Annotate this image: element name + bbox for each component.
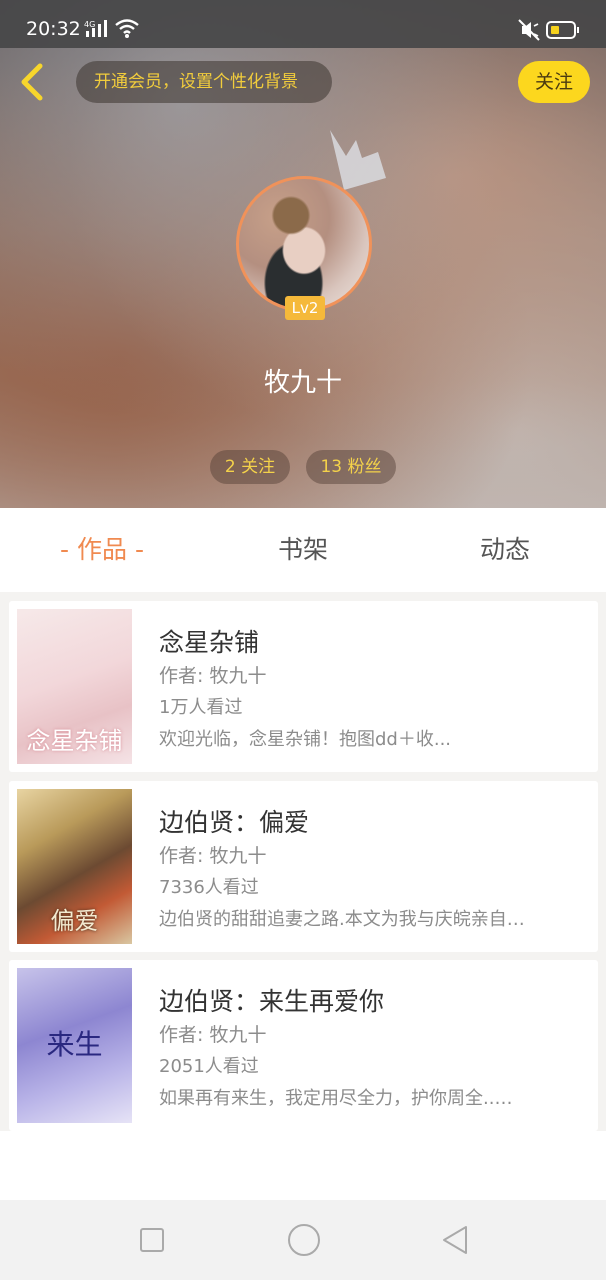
tab-activity[interactable]: 动态 [445,508,565,592]
book-card[interactable]: 来生 边伯贤：来生再爱你 作者: 牧九十 2051人看过 如果再有来生，我定用尽… [9,960,598,1131]
cover-title: 来生 [46,1028,103,1061]
svg-text:4G: 4G [84,20,95,29]
book-description: 边伯贤的甜甜追妻之路.本文为我与庆皖亲自… [159,909,525,930]
signal-icon: 4G [84,20,107,37]
tab-bookshelf[interactable]: 书架 [243,508,363,592]
status-time: 20:32 [26,18,81,40]
book-views: 7336人看过 [159,877,259,898]
book-description: 欢迎光临，念星杂铺！抱图dd＋收... [159,729,452,750]
book-cover: 念星杂铺 [17,609,132,764]
home-button[interactable] [288,1224,320,1256]
system-nav-bar [0,1200,606,1280]
tab-works[interactable]: - 作品 - [40,508,164,592]
level-badge: Lv2 [285,296,325,320]
avatar[interactable] [236,176,372,312]
book-card[interactable]: 念星杂铺 念星杂铺 作者: 牧九十 1万人看过 欢迎光临，念星杂铺！抱图dd＋收… [9,601,598,772]
wifi-icon [115,19,139,38]
follow-button[interactable]: 关注 [518,61,590,103]
battery-icon [546,21,579,39]
profile-header: 20:32 4G 开通会员，设置个性化背景 关注 Lv2 牧九十 2 关注 13… [0,0,606,508]
cover-title: 偏爱 [50,907,99,935]
book-card[interactable]: 偏爱 边伯贤：偏爱 作者: 牧九十 7336人看过 边伯贤的甜甜追妻之路.本文为… [9,781,598,952]
fans-count[interactable]: 13 粉丝 [306,450,396,484]
profile-tabs: - 作品 - 书架 动态 [0,508,606,592]
list-footer-space [0,1131,606,1200]
cover-title: 念星杂铺 [26,727,123,755]
book-cover: 偏爱 [17,789,132,944]
book-description: 如果再有来生，我定用尽全力，护你周全..… [159,1088,513,1109]
book-author: 作者: 牧九十 [159,845,267,867]
status-bar: 20:32 4G [0,0,606,48]
book-title: 边伯贤：来生再爱你 [159,987,385,1016]
book-title: 边伯贤：偏爱 [159,808,310,837]
book-author: 作者: 牧九十 [159,665,267,687]
book-cover: 来生 [17,968,132,1123]
username: 牧九十 [263,368,342,398]
book-views: 1万人看过 [159,697,243,718]
book-title: 念星杂铺 [159,628,260,657]
book-views: 2051人看过 [159,1056,259,1077]
recent-apps-button[interactable] [140,1228,164,1252]
mute-icon [518,19,540,41]
following-count[interactable]: 2 关注 [210,450,290,484]
back-triangle-icon[interactable] [440,1224,470,1256]
back-arrow-icon[interactable] [16,62,52,102]
book-author: 作者: 牧九十 [159,1024,267,1046]
vip-background-prompt[interactable]: 开通会员，设置个性化背景 [76,61,332,103]
